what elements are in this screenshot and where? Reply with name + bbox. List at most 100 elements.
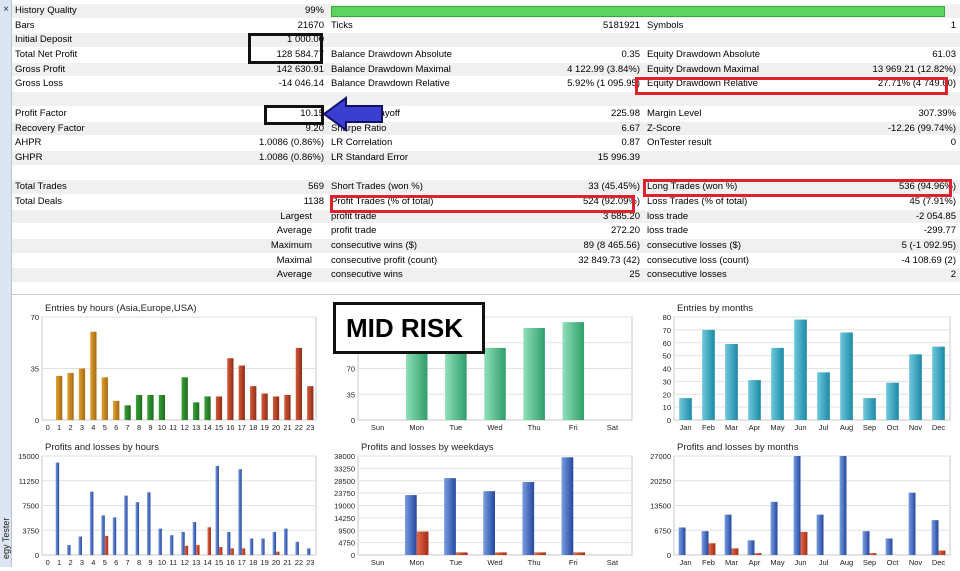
x-tick-label: Mon	[409, 423, 424, 432]
stats-row: Profit Factor10.15Expected Payoff225.98M…	[12, 107, 960, 122]
stats-row: Average profit trade 272.20 loss trade -299.…	[12, 224, 960, 239]
loss-bar-15	[218, 547, 223, 555]
stats-row: Total Net Profit 128 584.77 Balance Drawdo…	[12, 48, 960, 63]
bar-18	[250, 386, 257, 420]
stats-row: Maximum consecutive wins ($) 89 (8 465.56)…	[12, 239, 960, 254]
bar-10	[158, 394, 166, 420]
stats-row: Gross Profit 142 630.91 Balance Drawdown M…	[12, 62, 960, 78]
x-tick-label: Sat	[607, 558, 619, 567]
profit-bar-Jul	[816, 514, 824, 555]
stat-v2: 89 (8 465.56)	[583, 240, 640, 251]
profit-bar-9	[147, 492, 151, 555]
chart-svg: 03750750011250150000 1 2 3 4 5 6 7 8 9 10 11 12 13 14 1…	[18, 452, 317, 567]
bar-Feb	[702, 329, 715, 420]
x-tick-label: Nov	[909, 558, 923, 567]
stats-row: GHPR 1.0086 (0.86%) LR Standard Error 15 99…	[12, 150, 960, 166]
stat-c3: OnTester result	[647, 137, 712, 149]
bar-Aug	[840, 332, 853, 420]
x-tick-label: 7	[126, 423, 130, 432]
stat-v3: 2	[950, 269, 956, 281]
x-tick-label: Fri	[569, 423, 578, 432]
profit-bar-Feb	[701, 531, 709, 555]
close-icon[interactable]: ×	[1, 4, 11, 15]
tester-sidebar: × egy Tester	[0, 0, 12, 567]
loss-bar-Mon	[416, 531, 429, 555]
backtest-report-table: History Quality 99% Bars 21670 Ticks 5181921 S…	[12, 4, 960, 284]
loss-bar-20	[276, 551, 280, 555]
stat-v3: -2 054.85	[915, 210, 956, 222]
bar-Mon	[405, 346, 428, 420]
stat-c1: Gross Loss	[15, 78, 64, 90]
profit-bar-18	[249, 538, 254, 555]
loss-bar-Tue	[455, 552, 468, 555]
stat-c1r: Maximum	[270, 240, 312, 251]
stat-c1: Initial Deposit	[15, 34, 73, 46]
x-tick-label: Sun	[371, 423, 384, 432]
stat-c1: Total Deals	[15, 195, 62, 207]
bar-13	[192, 402, 200, 420]
y-tick-label: 0	[35, 551, 39, 560]
x-tick-label: Mar	[725, 423, 738, 432]
x-tick-label: Jun	[794, 558, 806, 567]
profit-bar-Tue	[444, 478, 456, 555]
stat-v3: -12.26 (99.74%)	[887, 122, 956, 134]
x-tick-label: Nov	[909, 423, 923, 432]
stats-row: History Quality 99%	[12, 4, 960, 19]
x-tick-label: 6	[114, 558, 118, 567]
profit-bar-1	[55, 462, 60, 555]
bar-Dec	[932, 346, 945, 420]
loss-bar-Fri	[573, 552, 586, 555]
x-tick-label: 17	[238, 558, 246, 567]
stat-c1: Recovery Factor	[15, 122, 85, 134]
stat-v2: 5181921	[603, 19, 640, 31]
y-tick-label: 4750	[338, 539, 355, 548]
x-tick-label: 1	[57, 558, 61, 567]
x-tick-label: 11	[169, 558, 177, 567]
profit-bar-Apr	[747, 540, 755, 555]
x-tick-label: 0	[46, 558, 50, 567]
profit-bar-Wed	[483, 491, 495, 555]
stat-v2: 0.35	[621, 49, 641, 61]
stat-c2: Balance Drawdown Relative	[331, 78, 450, 90]
stat-c1r: Largest	[280, 210, 312, 222]
stat-c2: LR Standard Error	[331, 151, 409, 163]
sidebar-tab-label[interactable]: egy Tester	[1, 511, 11, 559]
x-tick-label: May	[770, 423, 784, 432]
stat-c1: GHPR	[15, 151, 43, 163]
profit-bar-20	[272, 531, 277, 555]
stat-v3: 0	[950, 137, 956, 149]
stat-v2: 15 996.39	[597, 151, 640, 163]
stat-c3: Loss Trades (% of total)	[647, 195, 748, 207]
stat-c2: profit trade	[331, 225, 377, 237]
charts-panel: Entries by hours (Asia,Europe,USA) 0 35 70 0…	[12, 294, 960, 567]
stat-v1: 1.0086 (0.86%)	[259, 151, 324, 163]
x-tick-label: Fri	[569, 558, 578, 567]
chart-title: Entries by months	[677, 303, 754, 314]
x-tick-label: Mon	[409, 558, 424, 567]
stat-c3: Margin Level	[647, 107, 702, 119]
profit-bar-Thu	[522, 482, 535, 555]
bar-21	[284, 394, 291, 420]
profit-bar-17	[238, 469, 242, 555]
stat-c3: loss trade	[647, 225, 689, 237]
history-quality-bar	[331, 6, 945, 17]
loss-bar-Jun	[800, 531, 808, 555]
profit-bar-11	[169, 535, 174, 555]
profit-bar-15	[215, 465, 219, 555]
stat-c1r: Maximal	[276, 254, 312, 266]
x-tick-label: 1	[57, 423, 61, 432]
x-tick-label: 4	[91, 423, 95, 432]
chart-title: Profits and losses by weekdays	[361, 442, 494, 453]
y-tick-label: 30	[663, 377, 671, 386]
profit-bar-Mon	[404, 495, 417, 555]
highlight-long-trades	[643, 179, 952, 197]
x-tick-label: Sep	[863, 558, 876, 567]
x-tick-label: Tue	[450, 423, 463, 432]
x-tick-label: 18	[249, 423, 257, 432]
bar-Wed	[484, 347, 506, 420]
highlight-profit-trades	[330, 195, 635, 213]
x-tick-label: Jan	[679, 558, 691, 567]
y-tick-label: 13500	[650, 502, 671, 511]
x-tick-label: Thu	[528, 558, 541, 567]
y-tick-label: 20250	[650, 477, 671, 486]
